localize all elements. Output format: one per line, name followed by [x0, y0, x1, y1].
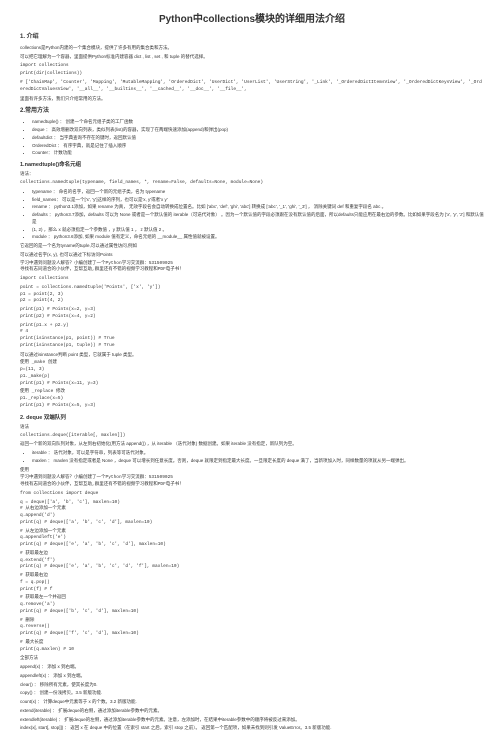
code-block: # 获取最右边 f = q.pop() print(f) # f [20, 573, 484, 593]
section-1-heading: 1. 介绍 [20, 33, 484, 42]
list-item: field_names： 可以是一个['x', 'y']这样的序列，也可以是'x… [32, 197, 484, 204]
intro-p2: 可以把它理解为一个容器，里面提供Python标准内建容器 dict , list… [20, 54, 484, 61]
method-desc: extend(iterable) ： 扩展deque的右侧，通过添加iterab… [20, 708, 484, 715]
list-item: namedtuple() ： 创建一个命名元组子类的工厂函数 [32, 119, 484, 126]
syntax-label: 语法 [20, 424, 484, 431]
page-title: Python中collections模块的详细用法介绍 [20, 12, 484, 27]
method-desc: index(x[, start[, stop]]) ： 返回 x 在 deque… [20, 725, 484, 732]
namedtuple-heading: 1.namedtuple()命名元组 [20, 161, 484, 169]
list-item: Counter： 计数功能 [32, 150, 484, 157]
list-item: deque ： 高效增删改双向列表，类似列表(list)的容器，实现了在两端快速… [32, 127, 484, 134]
method-desc: appendleft(x) ： 添加 x 到左端。 [20, 673, 484, 680]
syntax-label: 语法： [20, 171, 484, 178]
method-desc: copy() ： 创建一份浅拷贝。3.5 新版功能. [20, 690, 484, 697]
code-block: # 最大长度 print(q.maxlen) # 10 [20, 640, 484, 654]
code-import: import collections [20, 63, 484, 70]
code-block: # 获取最左边 q.extend('f') print(q) # deque([… [20, 551, 484, 571]
isinstance-desc: 可以通过isinstance判断 point 类型，它就属于 tuple 类型。 [20, 352, 484, 359]
code-block: from collections import deque [20, 491, 484, 498]
code-block: # 删除 q.reverse() print(q) # deque(['f', … [20, 618, 484, 638]
code-block: # 获取最左一个并返回 q.remove('a') print(q) # deq… [20, 595, 484, 615]
list-item: (1, 2) ，那么 x 就必须指定一个参数值 ，y 默认值 1 ， z 默认值… [32, 227, 484, 234]
intro-p1: collections是Python内建的一个集合模块，提供了许多有用的集合类和… [20, 45, 484, 52]
code-block: # 从左边添加一个元素 q.appendleft('e') print(q) #… [20, 529, 484, 549]
namedtuple-desc: 可以通过名字(x, y), 也可以通过下标访问Points [20, 252, 484, 259]
code-block: print(p1.x + p2.y) # 4 print(isinstance(… [20, 323, 484, 350]
code-output: # ['ChainMap', 'Counter', 'Mapping', 'Mu… [20, 80, 484, 94]
namedtuple-syntax: collections.namedtuple(typename, field_n… [20, 180, 484, 187]
code-block: import collections [20, 276, 484, 283]
code-block: 使用 _replace 修改 p1._replace(x=5) print(p1… [20, 389, 484, 409]
list-item: rename ： python3.1添加，如果 rename 为真， 无效字段名… [32, 204, 484, 211]
list-item: defaultdict ： 当字典查询不存在的键时，返回默认值 [32, 135, 484, 142]
all-methods-label: 全部方法 [20, 655, 484, 662]
code-block: point = collections.namedtuple('Points',… [20, 285, 484, 305]
intro-p3: 里面有许多方法，我们只介绍常用的方法。 [20, 96, 484, 103]
list-item: module ： python3.6添加, 如果 module 值有定义，命名元… [32, 234, 484, 241]
code-block: q = deque(['a', 'b', 'c'], maxlen=10) # … [20, 500, 484, 527]
deque-desc: 返回一个新的双向队列对象，从左到右初始化(用方法 append()) ，从 it… [20, 441, 484, 448]
tip-text: 学习中遇到问题没人解答？小编创建了一个Python学习交流群：531509025… [20, 261, 484, 275]
method-desc: clear() ： 移除所有元素，使其长度为0. [20, 682, 484, 689]
namedtuple-params: typename ： 命名的名字，返回一个新的元组子类，名为 typename … [32, 189, 484, 241]
deque-heading: 2. deque 双端队列 [20, 414, 484, 422]
code-dir: print(dir(collections)) [20, 71, 484, 78]
list-item: typename ： 命名的名字，返回一个新的元组子类，名为 typename [32, 189, 484, 196]
usage-label: 使用 [20, 467, 484, 474]
method-desc: append(x) ： 添加 x 到右端。 [20, 664, 484, 671]
meaning-label: 它返回的是一个名为tyname的tuple,可以通过属性访问,例如 [20, 243, 484, 250]
method-desc: extendleft(iterable) ： 扩展deque的左侧，通过添加it… [20, 717, 484, 724]
list-item: defaults ： python3.7添加，defaults 可以为 None… [32, 212, 484, 226]
list-item: iterable ： 迭代对象，可以是字符串，列表等可迭代对象。 [32, 450, 484, 457]
deque-params: iterable ： 迭代对象，可以是字符串，列表等可迭代对象。 maxlen … [32, 450, 484, 465]
code-block: print(p1) # Points(x=2, y=3) print(p2) #… [20, 307, 484, 321]
code-block: 使用 _make 创建 p=(11, 3) p1._make(p) print(… [20, 360, 484, 387]
section-2-heading: 2.常用方法 [20, 107, 484, 116]
list-item: OrderedDict ： 有序字典，就是记住了插入顺序 [32, 143, 484, 150]
method-desc: count(x) ： 计算deque中元素等于 x 的个数。3.2 新版功能. [20, 699, 484, 706]
methods-list: namedtuple() ： 创建一个命名元组子类的工厂函数 deque ： 高… [32, 119, 484, 157]
list-item: maxlen ： maxlen 没有指定或者是 None ，deque 可以增长… [32, 458, 484, 465]
tip-text: 学习中遇到问题没人解答？小编创建了一个Python学习交流群：531509025… [20, 475, 484, 489]
deque-syntax: collections.deque([iterable[, maxlen]]) [20, 433, 484, 440]
